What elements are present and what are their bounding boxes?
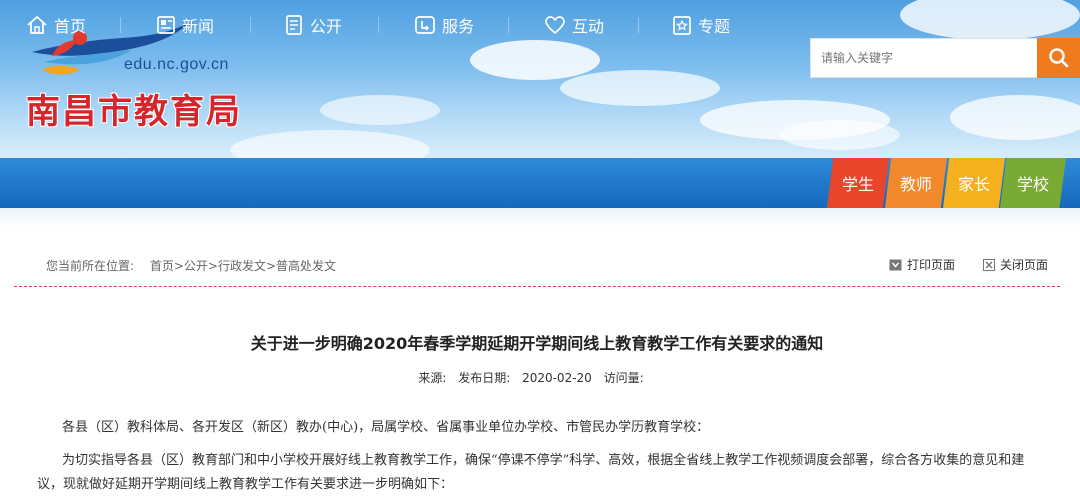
site-url: edu.nc.gov.cn	[124, 56, 229, 73]
topic-icon	[673, 16, 691, 35]
article-paragraph: 为切实指导各县（区）教育部门和中小学校开展好线上教育教学工作，确保“停课不停学”…	[62, 453, 1025, 468]
nav-item-interact[interactable]: 互动	[544, 0, 604, 50]
views-label: 访问量:	[603, 371, 644, 385]
role-tab-label: 学生	[841, 175, 874, 194]
nav-item-topic[interactable]: 专题	[672, 0, 730, 50]
role-tab-label: 学校	[1016, 175, 1049, 194]
breadcrumb-path[interactable]: 首页>公开>行政发文>普高处发文	[150, 259, 336, 273]
article-meta: 来源: 发布日期: 2020-02-20 访问量:	[0, 369, 1062, 386]
nav-item-public[interactable]: 公开	[284, 0, 342, 50]
role-tab-label: 教师	[899, 175, 932, 194]
nav-item-label: 服务	[442, 17, 475, 36]
document-icon	[286, 15, 302, 35]
nav-item-service[interactable]: 服务	[414, 0, 474, 50]
article-paragraph: 各县（区）教科体局、各开发区（新区）教办(中心)，局属学校、省属事业单位办学校、…	[62, 420, 710, 435]
nav-item-label: 互动	[572, 17, 605, 36]
article-paragraph: 议，现就做好延期开学期间线上教育教学工作有关要求进一步明确如下：	[37, 477, 454, 492]
nav-divider	[250, 17, 251, 33]
search-input[interactable]	[810, 38, 1038, 78]
search-icon	[1048, 48, 1068, 68]
role-tab-parent[interactable]: 家长	[943, 158, 1005, 208]
source-label: 来源:	[418, 371, 447, 385]
breadcrumb-label: 您当前所在位置:	[46, 259, 135, 273]
home-icon	[27, 15, 47, 34]
breadcrumb: 您当前所在位置: 首页>公开>行政发文>普高处发文	[46, 257, 336, 274]
heart-icon	[545, 16, 565, 35]
nav-shadow	[0, 208, 1080, 228]
service-icon	[415, 16, 435, 34]
role-tab-school[interactable]: 学校	[1000, 158, 1066, 208]
news-icon	[157, 16, 175, 34]
role-tab-label: 家长	[957, 175, 990, 194]
nav-item-label: 新闻	[182, 17, 215, 36]
nav-divider	[508, 17, 509, 33]
nav-divider	[638, 17, 639, 33]
close-page-label: 关闭页面	[1000, 258, 1049, 272]
search-button[interactable]	[1037, 38, 1080, 78]
role-tab-student[interactable]: 学生	[827, 158, 889, 208]
publish-date: 2020-02-20	[522, 371, 592, 385]
site-title: 南昌市教育局	[26, 92, 242, 132]
nav-item-label: 专题	[698, 17, 731, 36]
nav-item-news[interactable]: 新闻	[156, 0, 214, 50]
print-page-button[interactable]: 打印页面	[889, 256, 955, 273]
article-title: 关于进一步明确2020年春季学期延期开学期间线上教育教学工作有关要求的通知	[250, 334, 824, 353]
close-page-button[interactable]: 关闭页面	[983, 256, 1048, 273]
nav-item-label: 公开	[310, 17, 343, 36]
print-page-label: 打印页面	[907, 258, 956, 272]
role-tab-teacher[interactable]: 教师	[885, 158, 947, 208]
nav-item-home[interactable]: 首页	[26, 0, 86, 50]
date-label: 发布日期:	[458, 371, 511, 385]
close-icon	[983, 258, 995, 271]
nav-item-label: 首页	[54, 17, 87, 36]
print-icon	[889, 259, 902, 270]
section-divider	[14, 286, 1060, 287]
nav-divider	[378, 17, 379, 33]
nav-divider	[120, 17, 121, 33]
